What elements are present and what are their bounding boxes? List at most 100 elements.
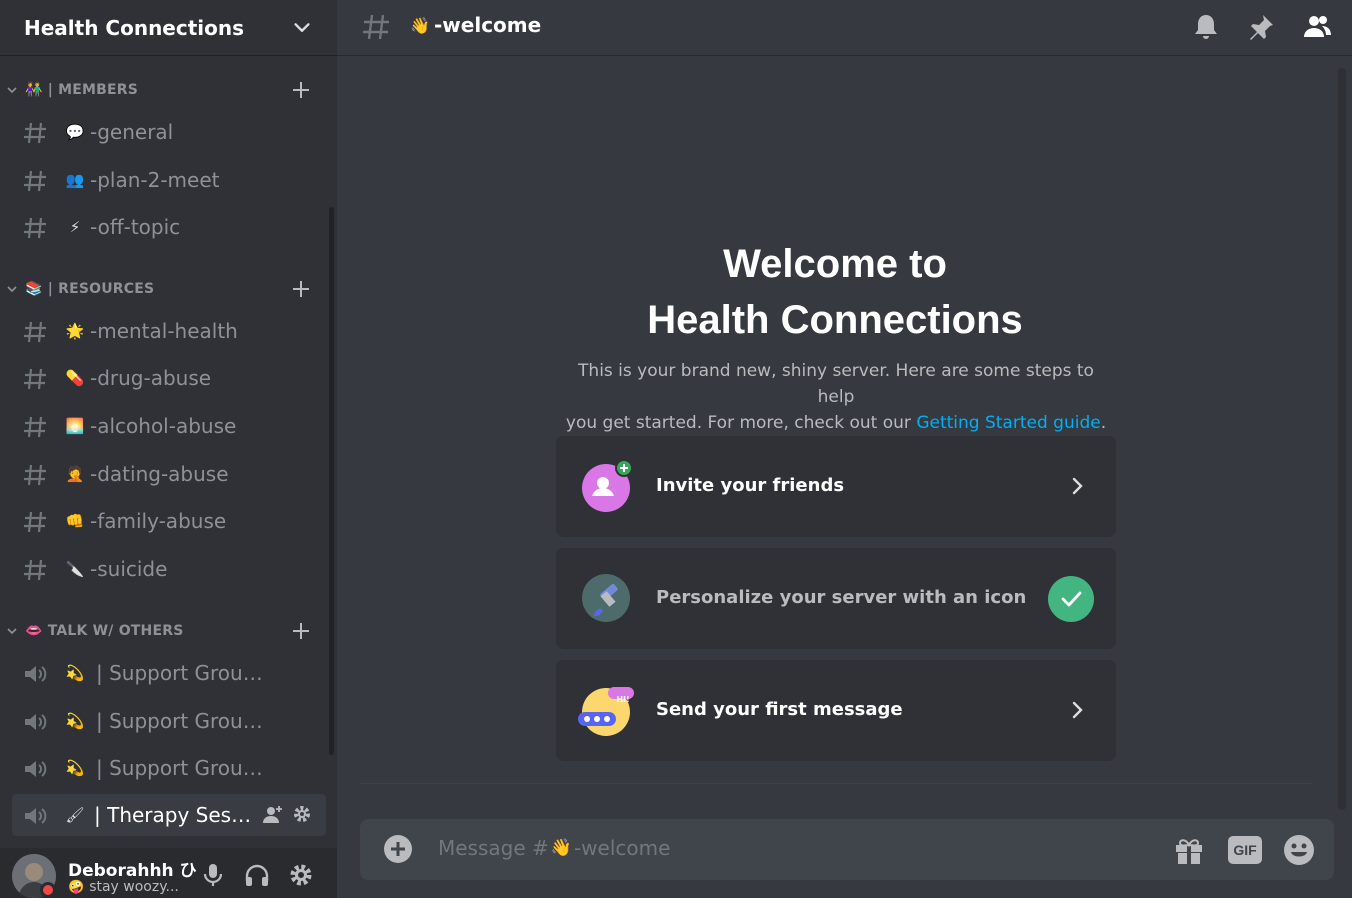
channel-name: | Therapy Sessi... [94,803,254,827]
caret-down-icon [7,628,17,635]
speaker-icon [25,808,47,824]
dizzy-icon: 💫 [65,664,85,682]
voice-channel-support-group-1[interactable]: 💫 | Support Group 1 [12,652,326,694]
channel-name: | Support Group 3 [96,756,266,780]
category-label: 📚 | RESOURCES [25,281,155,297]
paintbrush-icon [582,574,630,622]
status-emoji: 🤪 [68,879,85,895]
gift-icon [1176,839,1202,864]
pill-icon: 💊 [65,369,85,387]
mute-button[interactable] [198,860,228,890]
getting-started-link[interactable]: Getting Started guide [916,413,1100,433]
custom-status: 🤪 stay woozy... [68,879,179,895]
channel-plan-2-meet[interactable]: 👥 -plan-2-meet [12,159,326,201]
welcome-description: This is your brand new, shiny server. He… [560,358,1112,436]
people-icon: 👥 [65,171,85,189]
bell-icon[interactable] [1191,12,1221,42]
channel-drug-abuse[interactable]: 💊 -drug-abuse [12,357,326,399]
server-name: Health Connections [24,15,245,40]
add-channel-icon[interactable] [290,620,312,642]
deafen-button[interactable] [242,860,272,890]
caret-down-icon [7,286,17,293]
gif-icon: GIF [1228,836,1262,864]
text-channel-icon [24,368,46,390]
message-input[interactable] [438,819,1158,880]
invite-friends-card[interactable]: Invite your friends [556,436,1116,537]
sidebar-scrollbar[interactable] [329,207,334,755]
text-channel-icon [24,321,46,343]
welcome-description-line1: This is your brand new, shiny server. He… [578,361,1094,407]
text-channel-icon [24,511,46,533]
completed-check-icon [1048,576,1094,622]
voice-channel-support-group-3[interactable]: 💫 | Support Group 3 [12,747,326,789]
add-channel-icon[interactable] [290,278,312,300]
channel-mental-health[interactable]: 🌟 -mental-health [12,310,326,352]
card-label: Send your first message [656,699,903,720]
channel-list: 👫 | MEMBERS 💬 -general 👥 -plan-2-meet ⚡ … [0,60,337,850]
channel-sidebar: Health Connections 👫 | MEMBERS 💬 -genera… [0,0,337,898]
upload-plus-icon[interactable] [382,833,414,865]
chevron-down-icon [294,22,310,32]
settings-icon[interactable] [292,804,312,824]
channel-dating-abuse[interactable]: 🤦 -dating-abuse [12,453,326,495]
welcome-title-line1: Welcome to [723,242,947,286]
server-header[interactable]: Health Connections [0,0,337,56]
username: Deborahhh ひ [68,861,197,881]
invite-icon [582,459,633,512]
text-channel-icon [24,559,46,581]
channel-name: -off-topic [90,215,181,239]
send-first-message-card[interactable]: HI! Send your first message [556,660,1116,761]
gift-button[interactable] [1170,831,1208,869]
speech-bubble-icon: 💬 [65,123,85,141]
emoji-button[interactable] [1280,831,1318,869]
channel-name: -dating-abuse [90,462,229,486]
pin-icon[interactable] [1246,12,1276,42]
facepalm-icon: 🤦 [65,465,85,483]
user-controls [198,860,316,890]
add-channel-icon[interactable] [290,79,312,101]
personalize-server-card[interactable]: Personalize your server with an icon [556,548,1116,649]
channel-alcohol-abuse[interactable]: 🌅 -alcohol-abuse [12,405,326,447]
channel-header: 👋 -welcome [337,0,1352,56]
channel-general[interactable]: 💬 -general [12,111,326,153]
channel-off-topic[interactable]: ⚡ -off-topic [12,206,326,248]
user-settings-button[interactable] [286,860,316,890]
lightning-icon: ⚡ [69,218,81,236]
category-talk-with-others[interactable]: 👄 TALK W/ OTHERS [0,617,337,645]
channel-tools [262,804,312,826]
text-channel-icon [24,217,46,239]
knife-icon: 🔪 [65,560,85,578]
channel-name: -mental-health [90,319,238,343]
dnd-status-icon [40,882,56,898]
category-members[interactable]: 👫 | MEMBERS [0,76,337,104]
invite-member-icon[interactable] [262,804,284,826]
channel-name: -alcohol-abuse [90,414,237,438]
channel-name: -suicide [90,557,168,581]
text-channel-icon [24,122,46,144]
microphone-icon [203,864,223,886]
channel-title: -welcome [434,13,542,37]
main-scrollbar[interactable] [1338,68,1346,810]
caret-down-icon [7,87,17,94]
user-panel: Deborahhh ひ 🤪 stay woozy... [0,848,337,898]
channel-family-abuse[interactable]: 👊 -family-abuse [12,500,326,542]
channel-name: -general [90,120,174,144]
star-icon: 🌟 [65,322,85,340]
category-label: 👫 | MEMBERS [25,82,139,98]
headphones-icon [245,864,269,886]
chevron-right-icon [1072,477,1083,495]
member-list-icon[interactable] [1302,12,1332,42]
channel-name: | Support Group 2 [96,709,266,733]
gif-button[interactable]: GIF [1226,831,1264,869]
category-label: 👄 TALK W/ OTHERS [25,623,184,639]
voice-channel-therapy-session[interactable]: 🖌 | Therapy Sessi... [12,794,326,836]
text-channel-icon [24,416,46,438]
message-composer: Message # 👋 -welcome GIF [360,819,1334,880]
dizzy-icon: 💫 [65,712,85,730]
sunrise-icon: 🌅 [65,417,85,435]
channel-suicide[interactable]: 🔪 -suicide [12,548,326,590]
fist-icon: 👊 [65,512,85,530]
message-badge: HI! [616,695,630,704]
voice-channel-support-group-2[interactable]: 💫 | Support Group 2 [12,700,326,742]
category-resources[interactable]: 📚 | RESOURCES [0,275,337,303]
